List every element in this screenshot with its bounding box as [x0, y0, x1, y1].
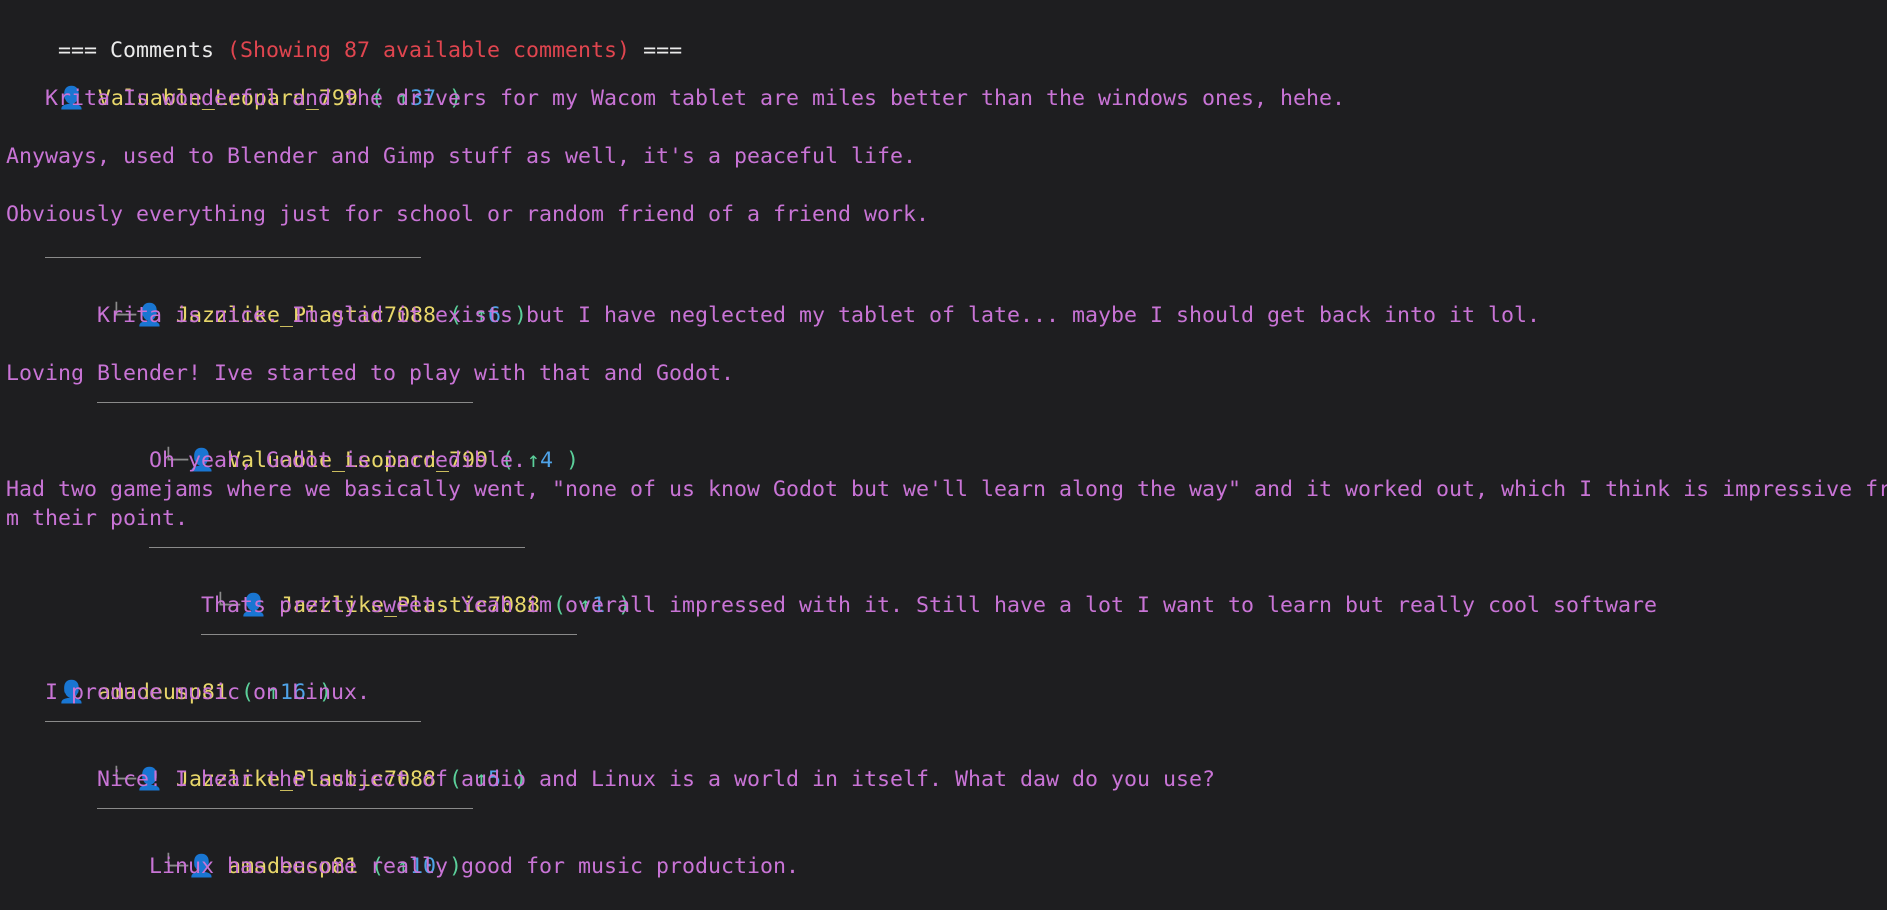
up-arrow-icon[interactable]: ↑: [527, 448, 540, 473]
comment-divider: [97, 808, 473, 809]
comment-header[interactable]: └─👤 amadeusp81 ( ↑10 ): [110, 823, 462, 879]
comment-body: Had two gamejams where we basically went…: [6, 477, 1887, 502]
comment-header[interactable]: └─👤 Jazzlike_Plastic7088 ( ↑1 ): [162, 562, 631, 618]
comment-body: Krita Is wonderful and the drivers for m…: [45, 86, 1346, 111]
comment-body: I produce music on Linux.: [45, 680, 371, 705]
comment-divider: [45, 721, 421, 722]
comment-divider: [149, 547, 525, 548]
comment-divider: [45, 257, 421, 258]
terminal-window: === Comments (Showing 87 available comme…: [0, 0, 1887, 892]
comment-body: Linux has become really good for music p…: [149, 854, 800, 879]
comment-header[interactable]: 👤 Valuable_Leopard_799 ( ↑37 ): [6, 55, 462, 111]
comment-body: Loving Blender! Ive started to play with…: [6, 361, 735, 386]
comment-body: Nice! I hear the subject of audio and Li…: [97, 767, 1216, 792]
comment-body: Krita is nice. Im glad it exists but I h…: [97, 303, 1541, 328]
comment-body: Oh yeah, Godot is incredible.: [149, 448, 527, 473]
score: 4: [540, 448, 554, 473]
comment-divider: [201, 634, 577, 635]
comment-header[interactable]: └─👤 Valuable_Leopard_799 ( ↑4 ): [110, 417, 579, 473]
comment-body: Anyways, used to Blender and Gimp stuff …: [6, 144, 917, 169]
comment-divider: [97, 402, 473, 403]
comment-header[interactable]: 👤 amadeusp81 ( ↑16 ): [6, 649, 332, 705]
comment-header[interactable]: └─👤 Jazzlike_Plastic7088 ( ↑6 ): [58, 272, 527, 328]
comment-body: Thats pretty sweet. Yeah im overall impr…: [201, 593, 1658, 618]
comment-body: m their point.: [6, 506, 189, 531]
header-suffix: ===: [630, 38, 683, 63]
comment-body: Obviously everything just for school or …: [6, 202, 930, 227]
comment-header[interactable]: └─👤 Jazzlike_Plastic7088 ( ↑5 ): [58, 736, 527, 792]
comments-header: === Comments (Showing 87 available comme…: [6, 7, 682, 63]
